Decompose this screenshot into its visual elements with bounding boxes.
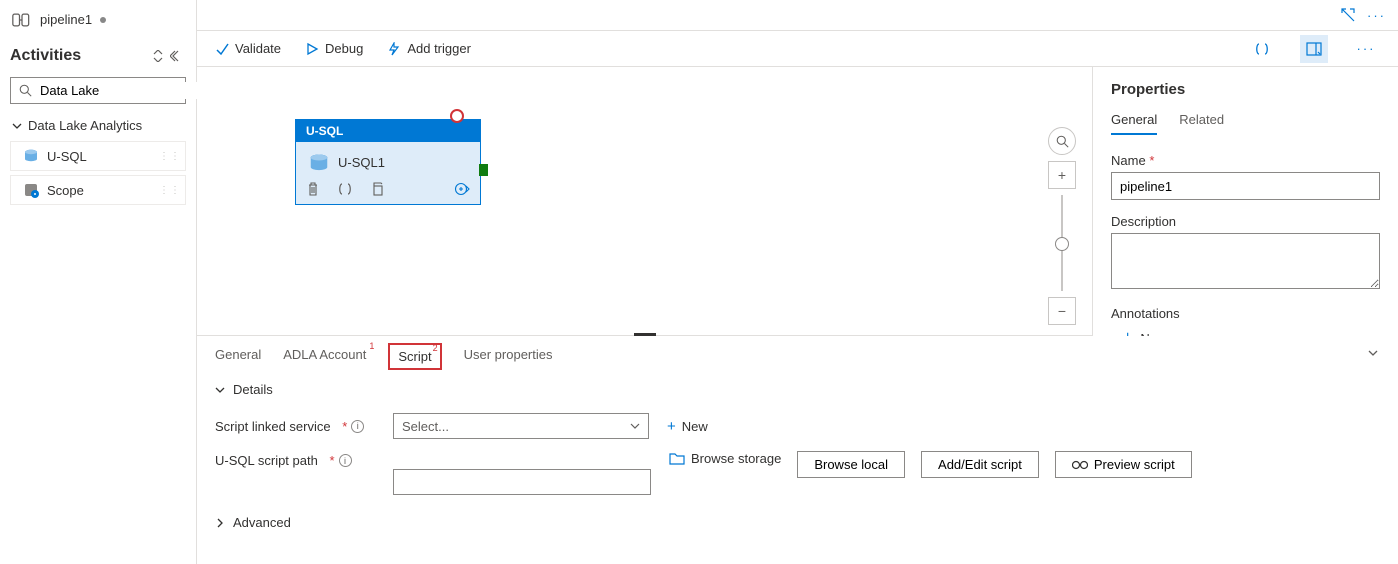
code-icon[interactable] (338, 182, 352, 196)
config-tab-script[interactable]: Script2 (388, 343, 441, 370)
script-path-input[interactable] (393, 469, 651, 495)
props-tab-general[interactable]: General (1111, 112, 1157, 135)
folder-icon (669, 452, 685, 465)
debug-button[interactable]: Debug (305, 41, 363, 56)
pipeline-name: pipeline1 (40, 12, 92, 27)
preview-script-button[interactable]: Preview script (1055, 451, 1192, 478)
add-edit-script-button[interactable]: Add/Edit script (921, 451, 1039, 478)
node-error-indicator (450, 109, 464, 123)
node-type-label: U-SQL (296, 120, 480, 142)
preview-icon (1072, 460, 1088, 470)
main-panel: ··· Validate Debug Add trigger (197, 0, 1398, 564)
activity-label: U-SQL (47, 149, 87, 164)
activities-sidebar: pipeline1 Activities Data Lake Analytic (0, 0, 197, 564)
script-path-label: U-SQL script path * i (215, 451, 375, 468)
expand-all-icon[interactable] (152, 50, 164, 62)
activity-label: Scope (47, 183, 84, 198)
collapse-panel-icon[interactable] (170, 50, 182, 62)
details-section-toggle[interactable]: Details (215, 376, 1380, 407)
add-trigger-button[interactable]: Add trigger (387, 41, 471, 56)
activity-search[interactable] (10, 77, 186, 104)
pipeline-tab[interactable]: pipeline1 (10, 8, 186, 39)
pipeline-toolbar: Validate Debug Add trigger ··· (197, 31, 1398, 67)
activity-item-usql[interactable]: U-SQL ⋮⋮ (10, 141, 186, 171)
description-input[interactable] (1111, 233, 1380, 289)
drag-handle-icon: ⋮⋮ (159, 185, 181, 196)
properties-panel: Properties General Related Name * Descri… (1092, 67, 1398, 336)
validate-button[interactable]: Validate (215, 41, 281, 56)
fit-view-button[interactable] (1048, 127, 1076, 155)
add-annotation-button[interactable]: + New (1111, 329, 1166, 336)
config-tab-general[interactable]: General (215, 347, 261, 366)
name-input[interactable] (1111, 172, 1380, 200)
info-icon[interactable]: i (351, 420, 364, 433)
check-icon (215, 42, 229, 56)
advanced-section-toggle[interactable]: Advanced (215, 509, 1380, 540)
collapse-config-icon[interactable] (1366, 346, 1380, 360)
properties-toggle-button[interactable] (1300, 35, 1328, 63)
add-output-icon[interactable] (454, 182, 470, 196)
fullscreen-icon[interactable] (1341, 8, 1355, 22)
description-label: Description (1111, 214, 1380, 229)
delete-icon[interactable] (306, 182, 320, 196)
zoom-out-button[interactable]: − (1048, 297, 1076, 325)
props-tab-related[interactable]: Related (1179, 112, 1224, 135)
canvas-zoom-controls: + − (1048, 127, 1076, 331)
trigger-icon (387, 42, 401, 56)
pipeline-canvas[interactable]: U-SQL U-SQL1 (197, 67, 1092, 336)
zoom-slider-handle[interactable] (1055, 237, 1069, 251)
usql-icon (23, 148, 39, 164)
browse-storage-button[interactable]: Browse storage (669, 451, 781, 466)
drag-handle-icon: ⋮⋮ (159, 151, 181, 162)
info-icon[interactable]: i (339, 454, 352, 467)
properties-title: Properties (1111, 81, 1380, 98)
editor-tab-strip: ··· (197, 0, 1398, 31)
search-icon (19, 84, 32, 97)
node-output-handle[interactable] (479, 164, 488, 176)
more-icon[interactable]: ··· (1367, 8, 1386, 23)
pipeline-icon (12, 13, 32, 27)
name-label: Name * (1111, 153, 1380, 168)
plus-icon: + (667, 418, 676, 435)
category-label: Data Lake Analytics (28, 118, 142, 133)
browse-local-button[interactable]: Browse local (797, 451, 905, 478)
code-view-button[interactable] (1248, 35, 1276, 63)
annotations-label: Annotations (1111, 306, 1380, 321)
zoom-slider[interactable] (1061, 195, 1063, 291)
play-icon (305, 42, 319, 56)
plus-icon: + (1123, 329, 1132, 336)
config-tab-adla-account[interactable]: ADLA Account1 (283, 347, 366, 366)
activity-item-scope[interactable]: Scope ⋮⋮ (10, 175, 186, 205)
activities-title: Activities (10, 47, 81, 65)
activity-config-panel: General ADLA Account1 Script2 User prope… (197, 336, 1398, 564)
linked-service-label: Script linked service * i (215, 419, 375, 434)
category-data-lake-analytics[interactable]: Data Lake Analytics (10, 114, 186, 141)
new-linked-service-button[interactable]: + New (667, 418, 708, 435)
database-icon (308, 152, 328, 172)
activity-search-input[interactable] (38, 82, 218, 99)
zoom-in-button[interactable]: + (1048, 161, 1076, 189)
node-name: U-SQL1 (338, 155, 385, 170)
toolbar-more-button[interactable]: ··· (1352, 35, 1380, 63)
scope-icon (23, 182, 39, 198)
activity-node-usql[interactable]: U-SQL U-SQL1 (295, 119, 481, 205)
linked-service-select[interactable]: Select... (393, 413, 649, 439)
copy-icon[interactable] (370, 182, 384, 196)
unsaved-indicator (100, 17, 106, 23)
config-tab-user-properties[interactable]: User properties (464, 347, 553, 366)
